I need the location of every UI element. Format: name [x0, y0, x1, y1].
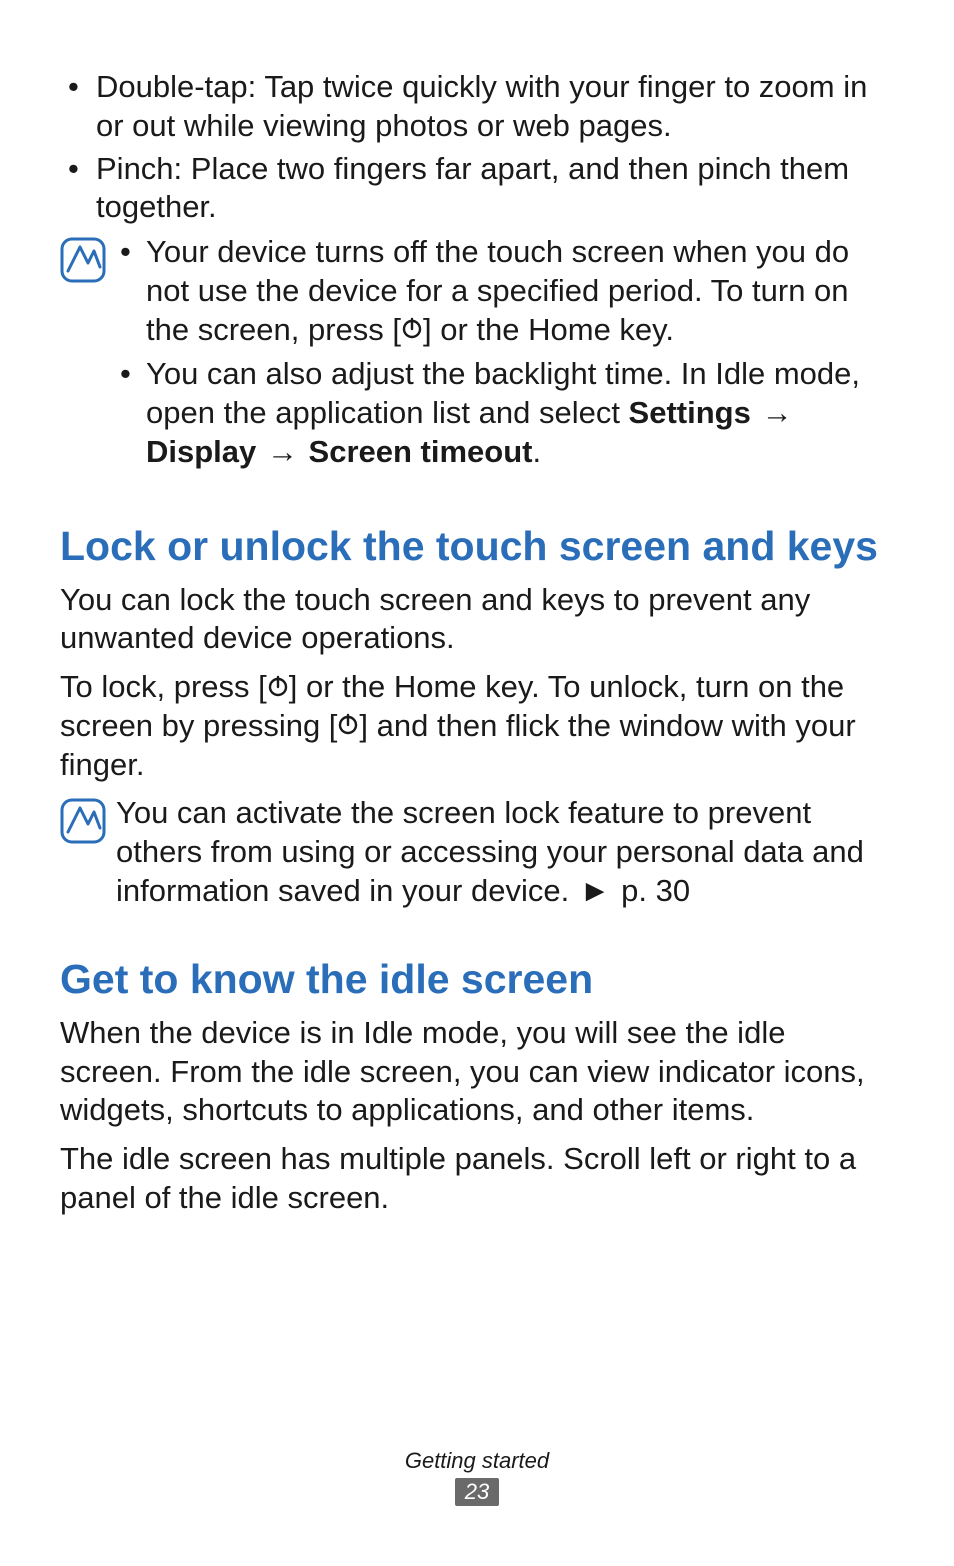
- page-content: Double-tap: Tap twice quickly with your …: [0, 0, 954, 1218]
- label-settings: Settings: [629, 395, 751, 430]
- text-fragment: You can also adjust the backlight time. …: [146, 356, 860, 430]
- bullet-text: Pinch: Place two fingers far apart, and …: [96, 151, 849, 225]
- paragraph-lock-intro: You can lock the touch screen and keys t…: [60, 581, 894, 659]
- label-display: Display: [146, 434, 256, 469]
- heading-lock-unlock: Lock or unlock the touch screen and keys: [60, 522, 894, 571]
- heading-idle-screen: Get to know the idle screen: [60, 955, 894, 1004]
- note-content: Your device turns off the touch screen w…: [116, 233, 894, 478]
- power-icon: [337, 706, 359, 745]
- page-reference: p. 30: [621, 873, 690, 908]
- text-fragment: You can activate the screen lock feature…: [116, 795, 864, 908]
- note-sub-list: Your device turns off the touch screen w…: [116, 233, 894, 472]
- note-item-backlight: You can also adjust the backlight time. …: [116, 355, 894, 471]
- footer-section-label: Getting started: [0, 1448, 954, 1474]
- power-icon: [401, 310, 423, 349]
- page-number: 23: [455, 1478, 499, 1506]
- power-icon: [267, 668, 289, 707]
- label-screen-timeout: Screen timeout: [309, 434, 533, 469]
- text-fragment: ] or the Home key.: [423, 312, 674, 347]
- text-fragment: .: [532, 434, 541, 469]
- bullet-pinch: Pinch: Place two fingers far apart, and …: [60, 150, 894, 228]
- note-block-screen-off: Your device turns off the touch screen w…: [60, 233, 894, 478]
- arrow-icon: →: [265, 433, 300, 472]
- bullet-double-tap: Double-tap: Tap twice quickly with your …: [60, 68, 894, 146]
- paragraph-idle-intro: When the device is in Idle mode, you wil…: [60, 1014, 894, 1130]
- arrow-icon: →: [759, 394, 794, 433]
- bullet-text: Double-tap: Tap twice quickly with your …: [96, 69, 867, 143]
- note-item-screen-off: Your device turns off the touch screen w…: [116, 233, 894, 349]
- note-block-screen-lock: You can activate the screen lock feature…: [60, 794, 894, 910]
- triangle-icon: ►: [578, 872, 613, 911]
- note-content: You can activate the screen lock feature…: [116, 794, 894, 910]
- gesture-list: Double-tap: Tap twice quickly with your …: [60, 68, 894, 227]
- note-icon: [60, 237, 106, 283]
- paragraph-lock-howto: To lock, press [] or the Home key. To un…: [60, 668, 894, 784]
- paragraph-idle-panels: The idle screen has multiple panels. Scr…: [60, 1140, 894, 1218]
- note-icon: [60, 798, 106, 844]
- text-fragment: To lock, press [: [60, 669, 267, 704]
- page-footer: Getting started 23: [0, 1448, 954, 1506]
